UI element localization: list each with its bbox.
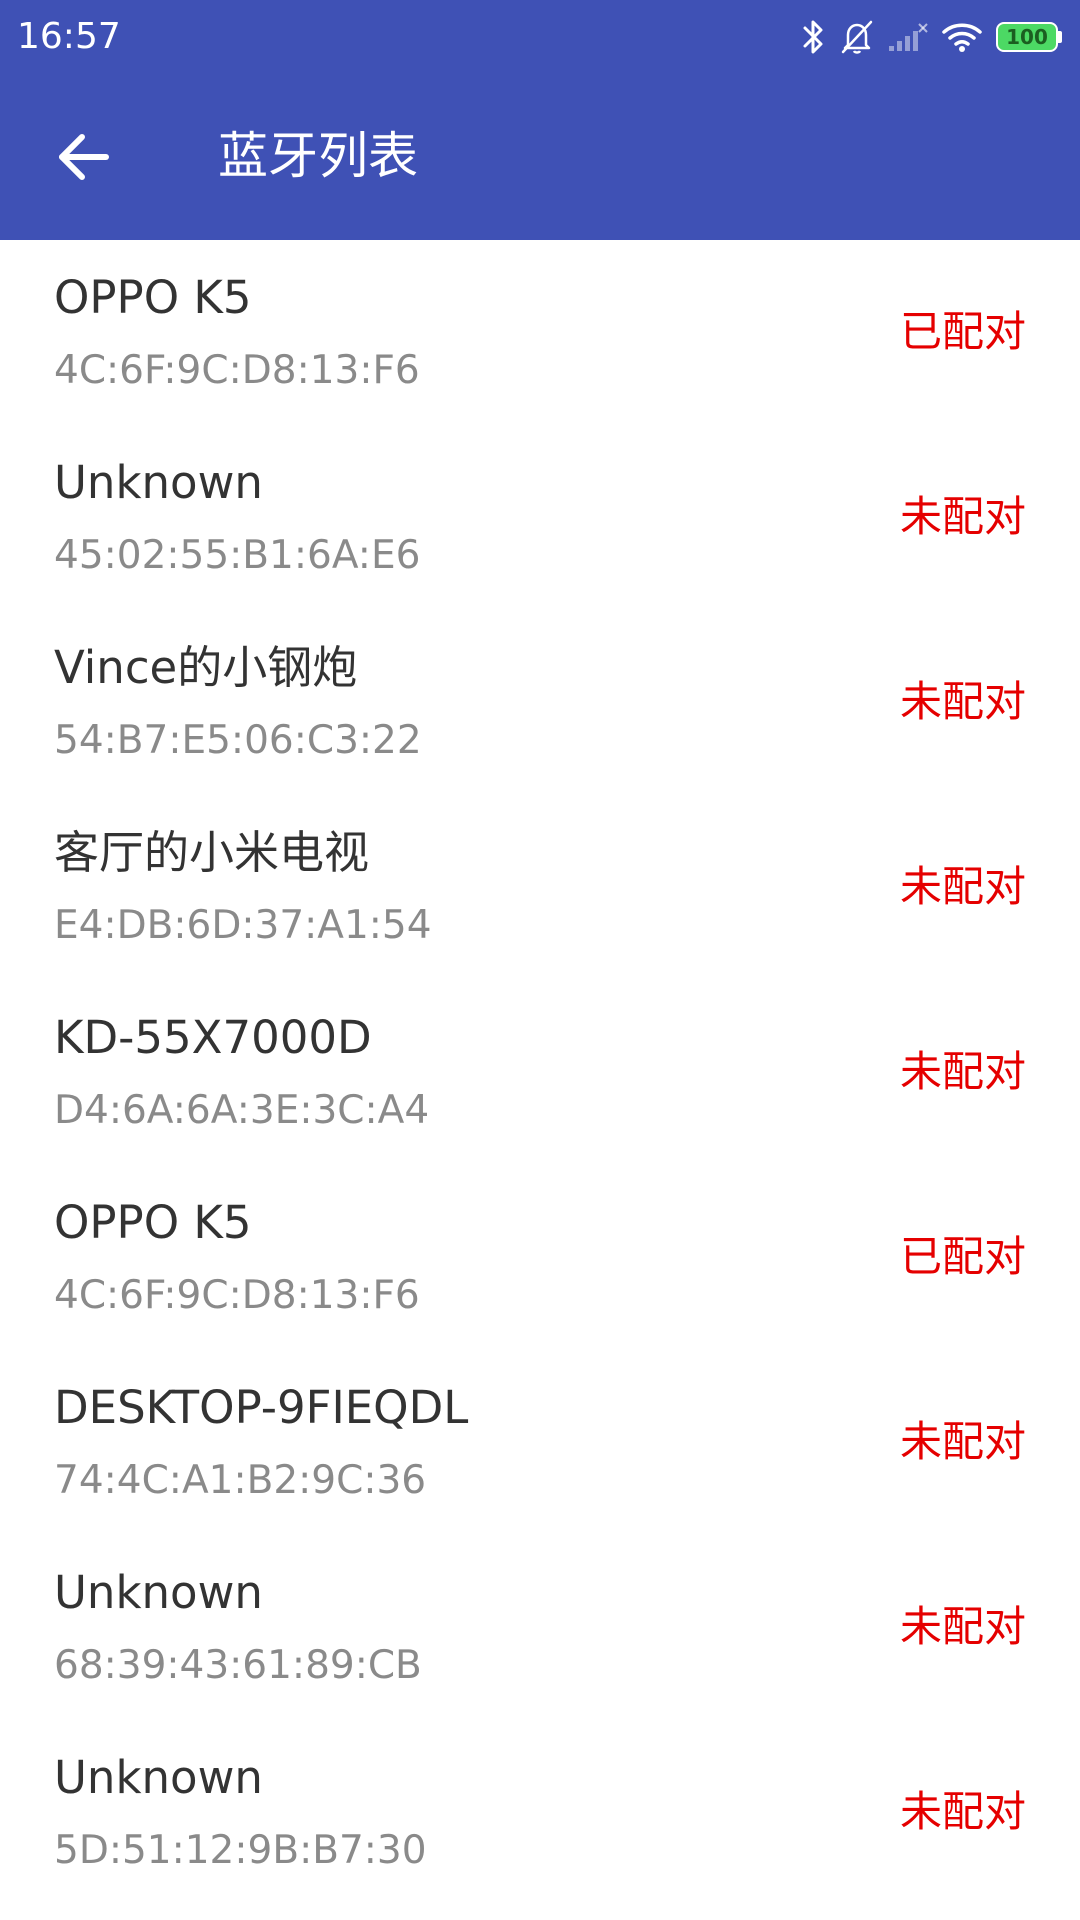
device-name: Unknown <box>54 1566 263 1619</box>
battery-level: 100 <box>1006 25 1048 49</box>
device-list-item[interactable]: OPPO K5 4C:6F:9C:D8:13:F6 已配对 <box>0 240 1080 425</box>
pairing-status: 未配对 <box>899 1047 1026 1096</box>
pairing-status: 已配对 <box>899 307 1026 356</box>
cell-signal-icon <box>889 23 928 51</box>
device-mac-address: 4C:6F:9C:D8:13:F6 <box>54 348 420 393</box>
device-mac-address: 54:B7:E5:06:C3:22 <box>54 718 422 763</box>
device-name: 客厅的小米电视 <box>54 826 370 879</box>
device-name: KD-55X7000D <box>54 1011 372 1064</box>
device-list-item[interactable]: Unknown 5D:51:12:9B:B7:30 未配对 <box>0 1720 1080 1905</box>
device-name: DESKTOP-9FIEQDL <box>54 1381 469 1434</box>
device-mac-address: E4:DB:6D:37:A1:54 <box>54 903 432 948</box>
pairing-status: 未配对 <box>899 1417 1026 1466</box>
device-list-item[interactable]: Unknown 45:02:55:B1:6A:E6 未配对 <box>0 425 1080 610</box>
device-mac-address: D4:6A:6A:3E:3C:A4 <box>54 1088 430 1133</box>
pairing-status: 未配对 <box>899 492 1026 541</box>
device-name: OPPO K5 <box>54 271 252 324</box>
device-mac-address: 74:4C:A1:B2:9C:36 <box>54 1458 427 1503</box>
toolbar: 蓝牙列表 <box>0 74 1080 240</box>
battery-icon: 100 <box>996 22 1062 52</box>
device-mac-address: 45:02:55:B1:6A:E6 <box>54 533 421 578</box>
pairing-status: 未配对 <box>899 862 1026 911</box>
device-mac-address: 4C:6F:9C:D8:13:F6 <box>54 1273 420 1318</box>
device-name: Unknown <box>54 1751 263 1804</box>
device-list-item[interactable]: Vince的小钢炮 54:B7:E5:06:C3:22 未配对 <box>0 610 1080 795</box>
device-list-item[interactable]: Unknown 68:39:43:61:89:CB 未配对 <box>0 1535 1080 1720</box>
device-name: Unknown <box>54 456 263 509</box>
status-icons: 100 <box>802 14 1062 60</box>
bell-muted-icon <box>841 20 873 54</box>
device-name: Vince的小钢炮 <box>54 641 358 694</box>
device-mac-address: 5D:51:12:9B:B7:30 <box>54 1828 427 1873</box>
device-mac-address: 68:39:43:61:89:CB <box>54 1643 422 1688</box>
page-title: 蓝牙列表 <box>218 127 418 185</box>
arrow-back-icon <box>59 134 109 180</box>
status-time: 16:57 <box>17 16 121 57</box>
pairing-status: 未配对 <box>899 677 1026 726</box>
bluetooth-icon <box>803 20 823 54</box>
pairing-status: 未配对 <box>899 1787 1026 1836</box>
back-button[interactable] <box>38 114 128 200</box>
pairing-status: 未配对 <box>899 1602 1026 1651</box>
battery-tip <box>1058 31 1062 43</box>
device-name: OPPO K5 <box>54 1196 252 1249</box>
device-list: OPPO K5 4C:6F:9C:D8:13:F6 已配对 Unknown 45… <box>0 240 1080 1905</box>
app-bar: 16:57 100 蓝牙列表 <box>0 0 1080 240</box>
device-list-item[interactable]: 客厅的小米电视 E4:DB:6D:37:A1:54 未配对 <box>0 795 1080 980</box>
device-list-item[interactable]: DESKTOP-9FIEQDL 74:4C:A1:B2:9C:36 未配对 <box>0 1350 1080 1535</box>
device-list-item[interactable]: OPPO K5 4C:6F:9C:D8:13:F6 已配对 <box>0 1165 1080 1350</box>
device-list-item[interactable]: KD-55X7000D D4:6A:6A:3E:3C:A4 未配对 <box>0 980 1080 1165</box>
pairing-status: 已配对 <box>899 1232 1026 1281</box>
wifi-icon <box>942 23 982 52</box>
status-bar: 16:57 100 <box>0 0 1080 74</box>
